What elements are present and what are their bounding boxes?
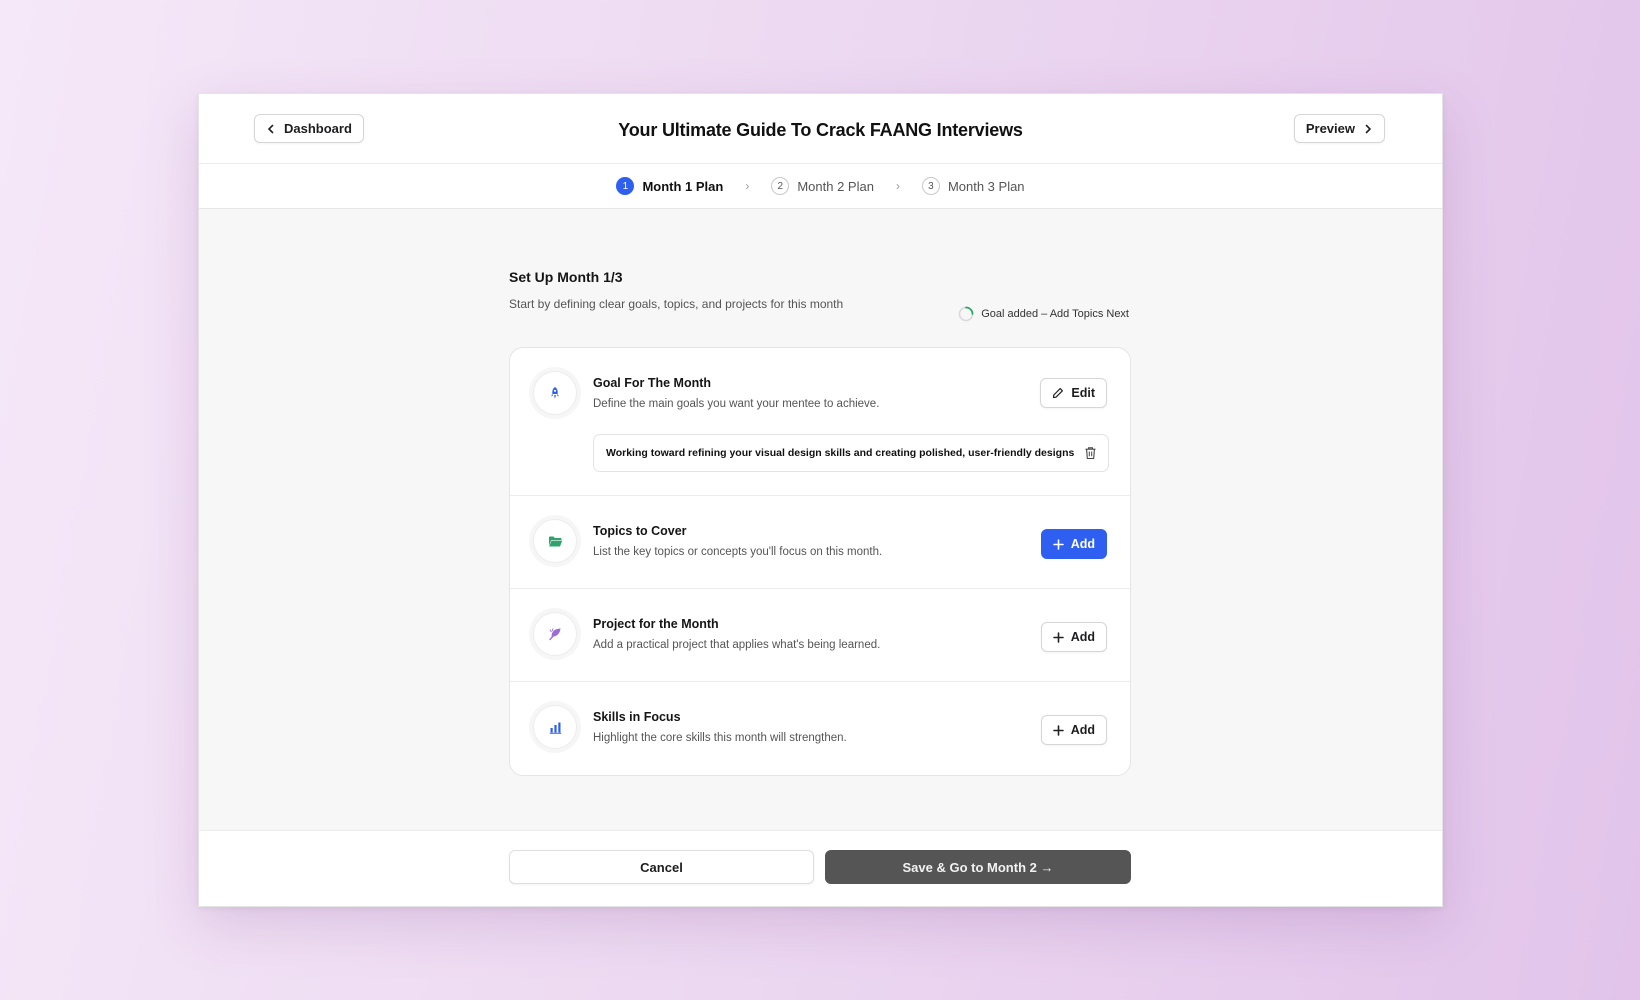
- goal-title: Goal For The Month: [593, 376, 712, 390]
- goal-description: Define the main goals you want your ment…: [593, 398, 880, 410]
- folder-icon: [548, 536, 562, 546]
- app-window: Dashboard Your Ultimate Guide To Crack F…: [198, 93, 1443, 907]
- trash-icon[interactable]: [1084, 446, 1097, 460]
- project-section: Project for the Month Add a practical pr…: [510, 589, 1130, 682]
- preview-button[interactable]: Preview: [1293, 114, 1385, 143]
- setup-title: Set Up Month 1/3: [509, 269, 623, 285]
- top-bar: Dashboard Your Ultimate Guide To Crack F…: [199, 94, 1442, 164]
- step-number: 1: [616, 177, 635, 195]
- topics-icon-badge: [533, 519, 577, 563]
- footer-bar: Cancel Save & Go to Month 2 →: [199, 830, 1442, 906]
- project-description: Add a practical project that applies wha…: [593, 639, 881, 651]
- save-and-next-button[interactable]: Save & Go to Month 2 →: [825, 850, 1131, 884]
- progress-status: Goal added – Add Topics Next: [958, 306, 1129, 322]
- leaf-icon: [549, 628, 561, 641]
- rocket-icon: [551, 387, 559, 399]
- chevron-right-icon: ›: [745, 179, 750, 193]
- step-number: 2: [771, 177, 790, 195]
- skills-icon-badge: [533, 705, 577, 749]
- bar-chart-icon: [549, 722, 561, 734]
- step-month-2[interactable]: 2 Month 2 Plan: [771, 177, 874, 195]
- topics-description: List the key topics or concepts you'll f…: [593, 546, 883, 558]
- edit-label: Edit: [1071, 386, 1095, 400]
- goal-section: Goal For The Month Define the main goals…: [510, 348, 1130, 496]
- pencil-icon: [1053, 388, 1064, 399]
- add-label: Add: [1070, 537, 1095, 551]
- goal-text: Working toward refining your visual desi…: [606, 447, 1075, 459]
- project-title: Project for the Month: [593, 617, 719, 631]
- add-topics-button[interactable]: Add: [1040, 529, 1107, 559]
- skills-description: Highlight the core skills this month wil…: [593, 732, 847, 744]
- plus-icon: [1052, 538, 1064, 550]
- progress-ring-icon: [958, 306, 974, 322]
- add-project-button[interactable]: Add: [1040, 622, 1107, 652]
- preview-label: Preview: [1305, 121, 1355, 136]
- skills-title: Skills in Focus: [593, 710, 681, 724]
- step-label: Month 2 Plan: [797, 178, 874, 194]
- month-stepper: 1 Month 1 Plan › 2 Month 2 Plan › 3 Mont…: [199, 164, 1442, 209]
- add-skills-button[interactable]: Add: [1040, 715, 1107, 745]
- edit-goal-button[interactable]: Edit: [1040, 378, 1107, 408]
- project-icon-badge: [533, 612, 577, 656]
- plus-icon: [1052, 631, 1064, 643]
- add-label: Add: [1070, 630, 1095, 644]
- topics-title: Topics to Cover: [593, 524, 687, 538]
- step-label: Month 3 Plan: [947, 178, 1025, 194]
- cancel-button[interactable]: Cancel: [509, 850, 814, 884]
- status-text: Goal added – Add Topics Next: [981, 308, 1129, 320]
- goal-icon-badge: [533, 371, 577, 415]
- chevron-right-icon: [1365, 124, 1371, 133]
- step-month-1[interactable]: 1 Month 1 Plan: [616, 177, 723, 195]
- month-plan-card: Goal For The Month Define the main goals…: [509, 347, 1131, 776]
- goal-entry: Working toward refining your visual desi…: [593, 434, 1109, 472]
- plus-icon: [1052, 724, 1064, 736]
- chevron-right-icon: ›: [895, 179, 900, 193]
- add-label: Add: [1070, 723, 1095, 737]
- setup-header: Set Up Month 1/3 Start by defining clear…: [509, 269, 1129, 322]
- skills-section: Skills in Focus Highlight the core skill…: [510, 682, 1130, 775]
- step-number: 3: [921, 177, 940, 195]
- step-label: Month 1 Plan: [642, 178, 724, 194]
- page-title: Your Ultimate Guide To Crack FAANG Inter…: [618, 120, 1023, 140]
- topics-section: Topics to Cover List the key topics or c…: [510, 496, 1130, 589]
- step-month-3[interactable]: 3 Month 3 Plan: [921, 177, 1025, 195]
